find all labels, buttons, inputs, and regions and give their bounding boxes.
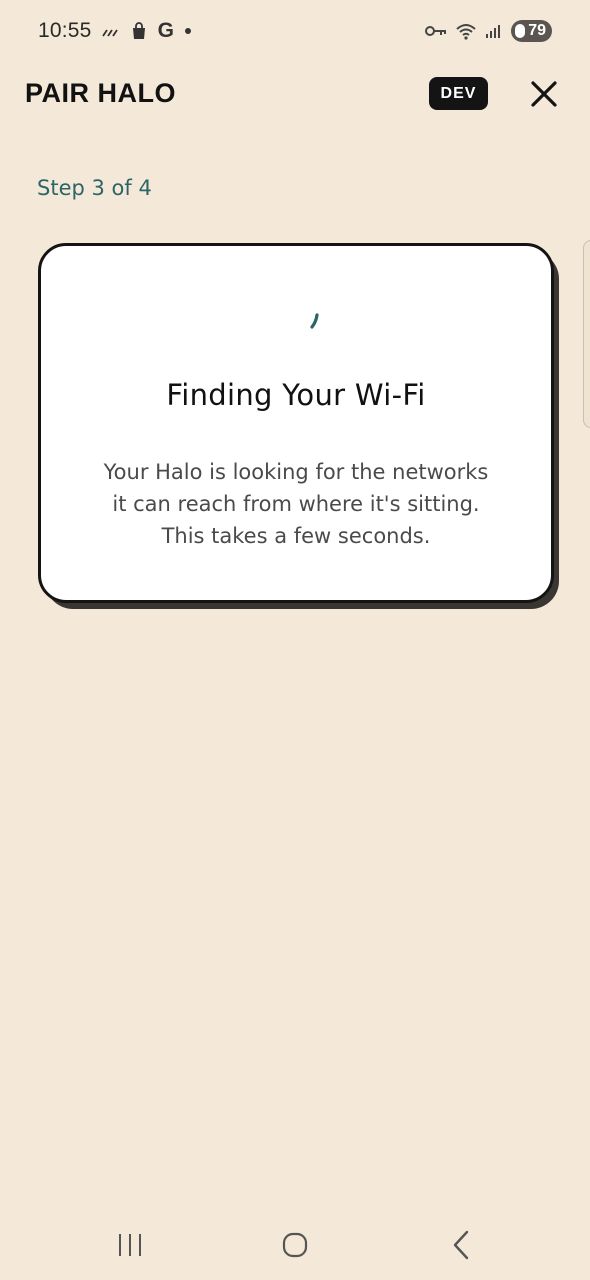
loading-spinner-icon — [307, 313, 321, 329]
system-nav-bar — [0, 1210, 590, 1280]
home-icon — [282, 1232, 308, 1258]
recent-apps-button[interactable] — [110, 1228, 150, 1262]
status-bar: 10:55 G 79 — [0, 0, 590, 64]
card-title: Finding Your Wi-Fi — [166, 378, 426, 412]
card-description: Your Halo is looking for the networks it… — [103, 460, 489, 548]
page-title: PAIR HALO — [25, 78, 176, 108]
status-right: 79 — [425, 20, 552, 42]
notification-dot-icon — [184, 27, 192, 35]
status-time: 10:55 — [38, 19, 92, 42]
app-header: PAIR HALO DEV — [0, 64, 590, 124]
cell-signal-icon — [485, 23, 503, 39]
back-button[interactable] — [441, 1228, 481, 1262]
wifi-icon — [455, 22, 477, 40]
battery-icon: 79 — [511, 20, 552, 42]
step-indicator: Step 3 of 4 — [37, 176, 152, 200]
close-icon — [531, 81, 557, 107]
back-icon — [453, 1230, 469, 1260]
vpn-key-icon — [425, 24, 447, 38]
signal-slash-icon — [101, 25, 120, 37]
recent-apps-icon — [119, 1234, 141, 1256]
status-left: 10:55 G — [38, 19, 192, 43]
battery-fill — [515, 24, 526, 38]
google-icon: G — [157, 19, 174, 42]
close-button[interactable] — [526, 76, 562, 112]
battery-level: 79 — [528, 22, 546, 39]
next-card-peek — [583, 240, 590, 428]
bag-icon — [130, 22, 148, 40]
dev-badge: DEV — [429, 77, 488, 110]
home-button[interactable] — [275, 1228, 315, 1262]
